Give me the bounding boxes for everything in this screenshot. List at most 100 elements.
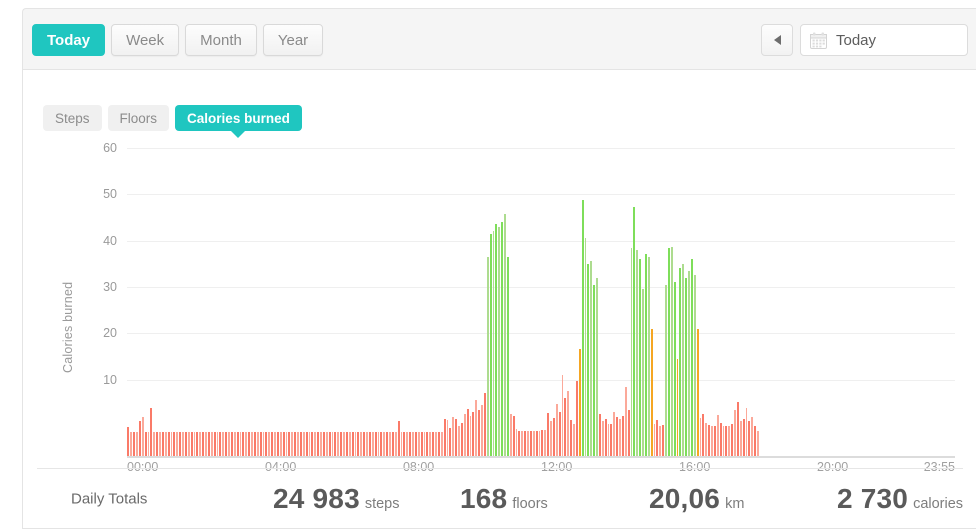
chart-bar	[334, 431, 337, 456]
chart-bar	[460, 422, 463, 456]
chart-bar	[383, 431, 386, 456]
chart-bar	[696, 328, 699, 456]
total-calories: 2 730 calories	[837, 483, 963, 515]
metric-tab-steps[interactable]: Steps	[43, 105, 102, 131]
total-floors: 168 floors	[460, 483, 548, 515]
chart-bar	[463, 414, 466, 456]
chart-bar	[291, 431, 294, 456]
chart-bar	[446, 419, 449, 456]
chart-bar	[501, 222, 504, 456]
chart-bar	[647, 256, 650, 456]
chart-bar	[642, 289, 644, 456]
chart-bar	[199, 431, 202, 456]
chart-bar	[437, 431, 440, 456]
chart-bar	[343, 431, 345, 456]
chart-bar	[682, 263, 685, 456]
chart-bar	[161, 431, 164, 456]
chart-bar	[311, 431, 314, 456]
date-field[interactable]: Today	[800, 24, 968, 56]
y-tick-label: 20	[103, 326, 117, 341]
chart-bar	[366, 431, 368, 456]
chart-bar	[251, 431, 253, 456]
range-tab-today[interactable]: Today	[32, 24, 106, 56]
chart-bar	[532, 430, 535, 456]
chart-bar	[739, 420, 742, 456]
chart-bar	[164, 431, 167, 456]
chart-bar	[193, 431, 196, 456]
range-tab-group: Today Week Month Year	[32, 24, 324, 56]
chart-bar	[518, 430, 521, 456]
chart-bar	[412, 431, 414, 456]
chart-bar	[452, 417, 455, 456]
chart-bar	[340, 431, 343, 456]
chart-bar	[650, 328, 653, 456]
chart-bar	[670, 246, 673, 456]
metric-tab-floors[interactable]: Floors	[107, 105, 170, 131]
chart-bar	[575, 380, 578, 456]
chart-bar	[305, 431, 308, 456]
chart-bar	[619, 418, 621, 456]
chart-bar	[573, 423, 575, 456]
chart-bar	[279, 431, 282, 456]
chart-bar	[601, 421, 604, 456]
chart-bar	[133, 431, 136, 456]
chart-bar	[299, 431, 302, 456]
chart-bar	[400, 431, 403, 456]
chart-bar	[429, 431, 432, 456]
chart-bar	[414, 431, 417, 456]
chart-bar	[552, 418, 555, 456]
bar-series	[127, 178, 955, 456]
chart-bar	[748, 420, 751, 456]
chart-bar	[371, 431, 374, 456]
range-tab-week[interactable]: Week	[111, 24, 180, 56]
chart-bar	[230, 431, 233, 456]
y-tick-label: 40	[103, 233, 117, 248]
total-unit: calories	[913, 495, 964, 512]
chart-bar	[345, 431, 348, 456]
chart-bar	[331, 431, 334, 456]
chart-bar	[233, 431, 236, 456]
chart-bar	[475, 400, 478, 456]
chart-bar	[322, 431, 325, 456]
previous-day-button[interactable]	[761, 24, 793, 56]
chart-bar	[751, 417, 754, 456]
chart-bar	[604, 418, 607, 456]
chart-bar	[245, 431, 248, 456]
chart-bar	[656, 419, 659, 456]
metric-tab-calories-burned[interactable]: Calories burned	[175, 105, 302, 138]
chart-bar	[138, 421, 141, 456]
chart-bar	[248, 431, 251, 456]
chart-bar	[363, 431, 366, 456]
chart-bar	[360, 431, 363, 456]
chart-bar	[736, 402, 739, 456]
range-tab-month[interactable]: Month	[185, 24, 257, 56]
chart-bar	[391, 431, 394, 456]
chart-bar	[590, 261, 593, 456]
chart-bar	[598, 414, 601, 456]
chart-panel: Steps Floors Calories burned Calories burn…	[22, 70, 976, 529]
chart-bar	[550, 420, 552, 456]
chart-bar	[265, 431, 268, 456]
chart-bar	[472, 412, 475, 456]
chart-bar	[596, 277, 598, 456]
y-tick-label: 10	[103, 372, 117, 387]
total-unit: floors	[512, 495, 548, 512]
chart-bar	[136, 431, 138, 456]
chart-bar	[348, 431, 351, 456]
chart-bar	[274, 431, 276, 456]
y-tick-label: 50	[103, 187, 117, 202]
chart-bar	[535, 430, 538, 456]
chart-bar	[314, 431, 317, 456]
chart-bar	[317, 431, 320, 456]
chart-bar	[613, 411, 616, 456]
range-tab-year[interactable]: Year	[262, 24, 324, 56]
chart-bar	[308, 431, 311, 456]
date-value: Today	[836, 31, 877, 49]
total-unit: steps	[364, 495, 400, 512]
chart-bar	[558, 411, 561, 456]
chart-bar	[711, 426, 713, 456]
activity-dashboard: Today Week Month Year Today Steps Floors…	[0, 0, 976, 529]
chart-bar	[544, 430, 547, 456]
chart-bar	[512, 416, 515, 456]
chart-bar	[713, 426, 716, 456]
